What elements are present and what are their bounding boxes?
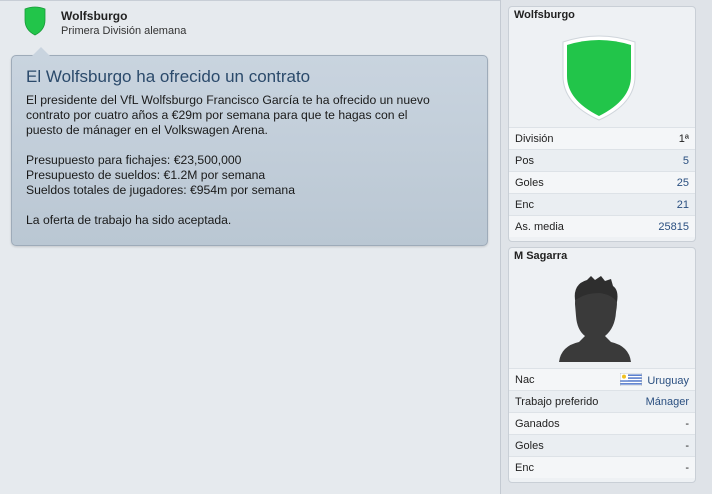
bubble-pointer [32, 47, 50, 56]
stat-value: 25 [676, 176, 689, 189]
stat-value: - [685, 439, 689, 452]
manager-stats-list: Nac Uruguay Trabajo preferido Mánager Ga… [509, 368, 695, 478]
stat-row-won: Ganados - [509, 412, 695, 434]
stat-row-preferred-job: Trabajo preferido Mánager [509, 390, 695, 412]
stat-value: 25815 [658, 220, 689, 233]
club-name[interactable]: Wolfsburgo [61, 9, 127, 23]
total-wages-text: Sueldos totales de jugadores: €954m por … [26, 183, 295, 197]
stat-value: 21 [676, 198, 689, 211]
uruguay-flag-icon [620, 372, 643, 386]
club-badge-icon[interactable] [22, 6, 48, 36]
club-shield-icon [562, 35, 636, 121]
stat-label: Enc [515, 198, 534, 211]
stat-label: As. media [515, 220, 564, 233]
stat-label: Goles [515, 176, 544, 189]
nationality-value[interactable]: Uruguay [620, 372, 689, 387]
stat-row-conceded: Enc 21 [509, 193, 695, 215]
stat-value: 1ª [678, 132, 689, 145]
stat-row-nationality: Nac Uruguay [509, 368, 695, 390]
main-pane: Wolfsburgo Primera División alemana El W… [0, 0, 500, 494]
club-info-panel: Wolfsburgo División 1ª Pos 5 Goles 25 En… [508, 6, 696, 242]
manager-panel-title[interactable]: M Sagarra [514, 250, 567, 262]
stat-value: Mánager [645, 395, 689, 408]
stat-label: Trabajo preferido [515, 395, 599, 408]
stat-label: Nac [515, 373, 535, 386]
stat-row-goals: Goles 25 [509, 171, 695, 193]
side-panel: Wolfsburgo División 1ª Pos 5 Goles 25 En… [500, 0, 712, 494]
stat-value: - [685, 461, 689, 474]
message-title: El Wolfsburgo ha ofrecido un contrato [26, 67, 311, 86]
offer-status-text: La oferta de trabajo ha sido aceptada. [26, 213, 232, 227]
top-divider [0, 0, 500, 1]
stat-value: - [685, 417, 689, 430]
club-panel-title[interactable]: Wolfsburgo [514, 9, 575, 21]
transfer-budget-text: Presupuesto para fichajes: €23,500,000 [26, 153, 242, 167]
club-stats-list: División 1ª Pos 5 Goles 25 Enc 21 As. me… [509, 127, 695, 237]
manager-info-panel: M Sagarra Nac Uruguay Trabajo preferido … [508, 247, 696, 483]
stat-row-goals: Goles - [509, 434, 695, 456]
message-body: El presidente del VfL Wolfsburgo Francis… [26, 93, 481, 228]
stat-row-attendance: As. media 25815 [509, 215, 695, 237]
stat-label: Pos [515, 154, 534, 167]
club-league[interactable]: Primera División alemana [61, 25, 186, 37]
manager-silhouette-icon [559, 276, 631, 362]
stat-row-pos: Pos 5 [509, 149, 695, 171]
message-paragraph: El presidente del VfL Wolfsburgo Francis… [26, 93, 430, 137]
stat-row-division: División 1ª [509, 127, 695, 149]
news-message-bubble: El Wolfsburgo ha ofrecido un contrato El… [11, 47, 488, 246]
stat-label: Goles [515, 439, 544, 452]
wage-budget-text: Presupuesto de sueldos: €1.2M por semana [26, 168, 266, 182]
stat-label: Enc [515, 461, 534, 474]
nationality-text: Uruguay [647, 374, 689, 387]
stat-row-conceded: Enc - [509, 456, 695, 478]
stat-label: División [515, 132, 554, 145]
stat-label: Ganados [515, 417, 560, 430]
stat-value: 5 [682, 154, 689, 167]
